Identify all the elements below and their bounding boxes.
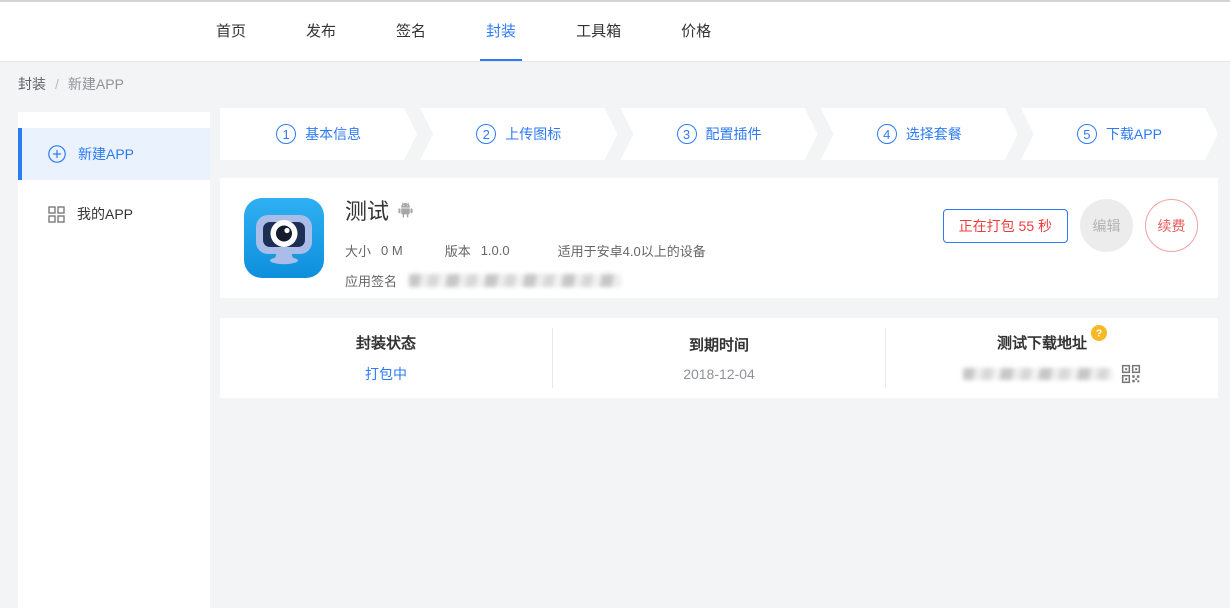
package-state-header: 封装状态	[356, 332, 416, 353]
breadcrumb-item-current: 新建APP	[68, 74, 124, 94]
signature-redacted-value	[409, 274, 621, 287]
wizard-step-4[interactable]: 4 选择套餐	[821, 108, 1018, 160]
top-nav: 首页 发布 签名 封装 工具箱 价格	[0, 0, 1230, 62]
wizard-step-5[interactable]: 5 下载APP	[1021, 108, 1218, 160]
step-number: 4	[877, 124, 897, 144]
step-label: 基本信息	[305, 124, 361, 144]
expiry-header: 到期时间	[689, 334, 749, 355]
sidebar-item-label: 新建APP	[78, 144, 134, 164]
sidebar-item-label: 我的APP	[77, 204, 133, 224]
app-info: 测试 大小 0 M 版本 1.0.0 适用于安卓4.0以上的设备 应用签名	[345, 194, 706, 290]
sidebar-item-new-app[interactable]: 新建APP	[18, 128, 210, 180]
qrcode-icon[interactable]	[1121, 364, 1141, 384]
status-col-expiry: 到期时间 2018-12-04	[553, 318, 885, 398]
status-card: 封装状态 打包中 到期时间 2018-12-04 测试下载地址 ?	[220, 318, 1218, 398]
nav-item-sign[interactable]: 签名	[390, 2, 432, 61]
status-col-package-state: 封装状态 打包中	[220, 318, 552, 398]
sidebar: 新建APP 我的APP	[18, 112, 210, 608]
app-actions: 正在打包 55 秒 编辑 续费	[943, 199, 1198, 252]
nav-item-publish[interactable]: 发布	[300, 2, 342, 61]
size-value: 0 M	[381, 243, 403, 258]
nav-item-price[interactable]: 价格	[675, 2, 717, 61]
page-root: 首页 发布 签名 封装 工具箱 价格 封装 / 新建APP 新建APP 我的AP…	[0, 0, 1230, 608]
plus-circle-icon	[48, 145, 66, 163]
packing-status-button[interactable]: 正在打包 55 秒	[943, 209, 1068, 243]
step-number: 1	[276, 124, 296, 144]
expiry-value: 2018-12-04	[683, 366, 755, 382]
size-label: 大小	[345, 241, 371, 260]
step-label: 选择套餐	[906, 124, 962, 144]
step-wizard: 1 基本信息 2 上传图标 3 配置插件 4 选择套餐 5 下载APP	[220, 108, 1218, 160]
main-content: 1 基本信息 2 上传图标 3 配置插件 4 选择套餐 5 下载APP	[220, 108, 1218, 398]
nav-item-package[interactable]: 封装	[480, 2, 522, 61]
renew-button[interactable]: 续费	[1145, 199, 1198, 252]
status-col-download: 测试下载地址 ?	[886, 318, 1218, 398]
grid-icon	[48, 206, 65, 223]
step-label: 下载APP	[1106, 124, 1162, 144]
edit-button[interactable]: 编辑	[1080, 199, 1133, 252]
version-label: 版本	[445, 241, 471, 260]
nav-item-toolbox[interactable]: 工具箱	[570, 2, 627, 61]
version-value: 1.0.0	[481, 243, 510, 258]
download-header: 测试下载地址	[997, 332, 1087, 353]
step-number: 2	[476, 124, 496, 144]
wizard-step-1[interactable]: 1 基本信息	[220, 108, 417, 160]
breadcrumb-separator: /	[55, 76, 59, 92]
app-logo-eye-tv-icon	[244, 198, 324, 278]
step-label: 上传图标	[505, 124, 561, 144]
wizard-step-2[interactable]: 2 上传图标	[420, 108, 617, 160]
download-url-redacted[interactable]	[963, 368, 1113, 380]
package-state-value: 打包中	[365, 364, 407, 384]
breadcrumb-item-package[interactable]: 封装	[18, 74, 46, 94]
signature-label: 应用签名	[345, 271, 397, 290]
step-label: 配置插件	[706, 124, 762, 144]
app-title: 测试	[345, 194, 389, 226]
svg-text:?: ?	[1096, 328, 1102, 340]
app-card: 测试 大小 0 M 版本 1.0.0 适用于安卓4.0以上的设备 应用签名	[220, 178, 1218, 298]
main-nav: 首页 发布 签名 封装 工具箱 价格	[0, 2, 1230, 61]
android-icon	[397, 202, 414, 219]
wizard-step-3[interactable]: 3 配置插件	[620, 108, 817, 160]
help-coin-icon[interactable]: ?	[1091, 325, 1107, 346]
nav-item-home[interactable]: 首页	[210, 2, 252, 61]
breadcrumb: 封装 / 新建APP	[18, 62, 124, 106]
compatibility-text: 适用于安卓4.0以上的设备	[558, 241, 706, 260]
sidebar-item-my-app[interactable]: 我的APP	[18, 188, 210, 240]
step-number: 5	[1077, 124, 1097, 144]
step-number: 3	[677, 124, 697, 144]
